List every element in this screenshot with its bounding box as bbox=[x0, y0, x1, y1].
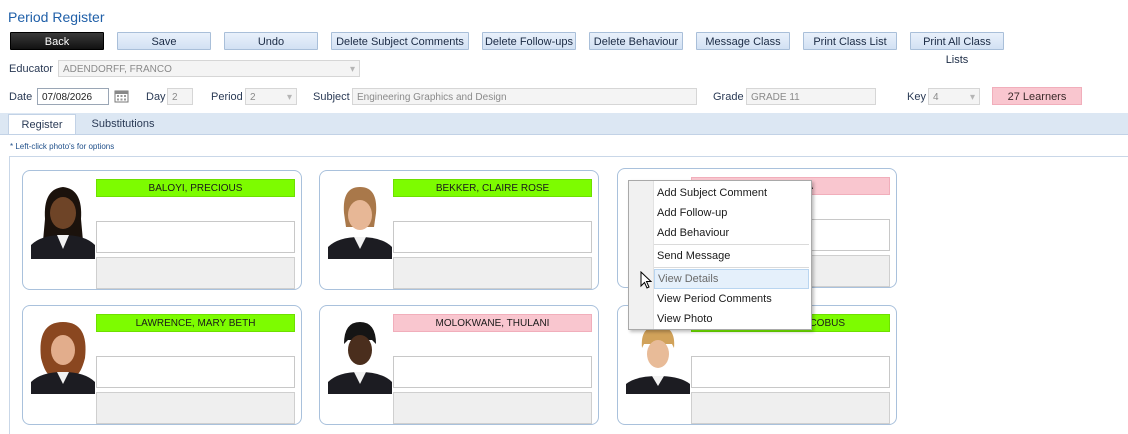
menu-item-add-followup[interactable]: Add Follow-up bbox=[657, 203, 807, 223]
tab-strip bbox=[0, 113, 1128, 135]
key-select[interactable]: 4 bbox=[928, 88, 980, 106]
followup-box[interactable] bbox=[691, 392, 890, 424]
context-menu: Add Subject Comment Add Follow-up Add Be… bbox=[628, 180, 812, 330]
learner-card: BALOYI, PRECIOUS bbox=[22, 170, 302, 290]
subject-field: Engineering Graphics and Design bbox=[352, 88, 697, 105]
page-title: Period Register bbox=[8, 9, 105, 25]
day-field: 2 bbox=[167, 88, 193, 105]
followup-box[interactable] bbox=[393, 392, 592, 424]
subject-label: Subject bbox=[313, 91, 350, 103]
educator-select[interactable]: ADENDORFF, FRANCO bbox=[58, 60, 360, 78]
back-button[interactable]: Back bbox=[10, 32, 104, 50]
learner-card: MOLOKWANE, THULANI bbox=[319, 305, 599, 425]
message-class-button[interactable]: Message Class bbox=[696, 32, 790, 50]
menu-separator bbox=[654, 244, 809, 245]
menu-item-add-behaviour[interactable]: Add Behaviour bbox=[657, 223, 807, 243]
print-all-class-lists-button[interactable]: Print All Class Lists bbox=[910, 32, 1004, 66]
learner-card: LAWRENCE, MARY BETH bbox=[22, 305, 302, 425]
learners-count-badge: 27 Learners bbox=[992, 87, 1082, 105]
comment-box[interactable] bbox=[691, 356, 890, 388]
subject-value: Engineering Graphics and Design bbox=[357, 92, 507, 103]
learner-photo[interactable] bbox=[328, 179, 392, 259]
period-label: Period bbox=[211, 91, 243, 103]
tab-register[interactable]: Register bbox=[8, 114, 76, 134]
calendar-icon[interactable] bbox=[114, 89, 129, 103]
learner-name: MOLOKWANE, THULANI bbox=[393, 314, 592, 332]
learner-name: BALOYI, PRECIOUS bbox=[96, 179, 295, 197]
grade-value: GRADE 11 bbox=[751, 92, 800, 103]
tab-substitutions[interactable]: Substitutions bbox=[78, 114, 168, 134]
menu-item-view-period-comments[interactable]: View Period Comments bbox=[657, 289, 807, 309]
menu-item-add-subject-comment[interactable]: Add Subject Comment bbox=[657, 183, 807, 203]
day-value: 2 bbox=[172, 92, 178, 103]
followup-box[interactable] bbox=[96, 257, 295, 289]
learner-photo[interactable] bbox=[328, 314, 392, 394]
date-value: 07/08/2026 bbox=[42, 92, 93, 103]
delete-followups-button[interactable]: Delete Follow-ups bbox=[482, 32, 576, 50]
learner-name: LAWRENCE, MARY BETH bbox=[96, 314, 295, 332]
followup-box[interactable] bbox=[393, 257, 592, 289]
delete-subject-comments-button[interactable]: Delete Subject Comments bbox=[331, 32, 469, 50]
comment-box[interactable] bbox=[96, 221, 295, 253]
educator-value: ADENDORFF, FRANCO bbox=[63, 64, 172, 75]
undo-button[interactable]: Undo bbox=[224, 32, 318, 50]
date-label: Date bbox=[9, 91, 33, 103]
comment-box[interactable] bbox=[393, 356, 592, 388]
comment-box[interactable] bbox=[96, 356, 295, 388]
grade-label: Grade bbox=[713, 91, 744, 103]
educator-label: Educator bbox=[9, 63, 54, 75]
key-value: 4 bbox=[933, 92, 939, 103]
menu-item-send-message[interactable]: Send Message bbox=[657, 246, 807, 266]
comment-box[interactable] bbox=[393, 221, 592, 253]
save-button[interactable]: Save bbox=[117, 32, 211, 50]
period-value: 2 bbox=[250, 92, 256, 103]
learner-name: BEKKER, CLAIRE ROSE bbox=[393, 179, 592, 197]
date-input[interactable]: 07/08/2026 bbox=[37, 88, 109, 105]
learner-photo[interactable] bbox=[31, 314, 95, 394]
mouse-cursor-icon bbox=[640, 270, 653, 292]
learner-photo[interactable] bbox=[31, 179, 95, 259]
key-label: Key bbox=[907, 91, 926, 103]
learner-card: BEKKER, CLAIRE ROSE bbox=[319, 170, 599, 290]
delete-behaviour-button[interactable]: Delete Behaviour bbox=[589, 32, 683, 50]
menu-item-view-details[interactable]: View Details bbox=[654, 269, 809, 289]
menu-gutter bbox=[629, 181, 654, 329]
menu-item-view-photo[interactable]: View Photo bbox=[657, 309, 807, 329]
menu-separator bbox=[654, 267, 809, 268]
grade-field: GRADE 11 bbox=[746, 88, 876, 105]
print-class-list-button[interactable]: Print Class List bbox=[803, 32, 897, 50]
followup-box[interactable] bbox=[96, 392, 295, 424]
photo-options-hint: * Left-click photo's for options bbox=[10, 142, 115, 151]
day-label: Day bbox=[146, 91, 166, 103]
period-select[interactable]: 2 bbox=[245, 88, 297, 106]
